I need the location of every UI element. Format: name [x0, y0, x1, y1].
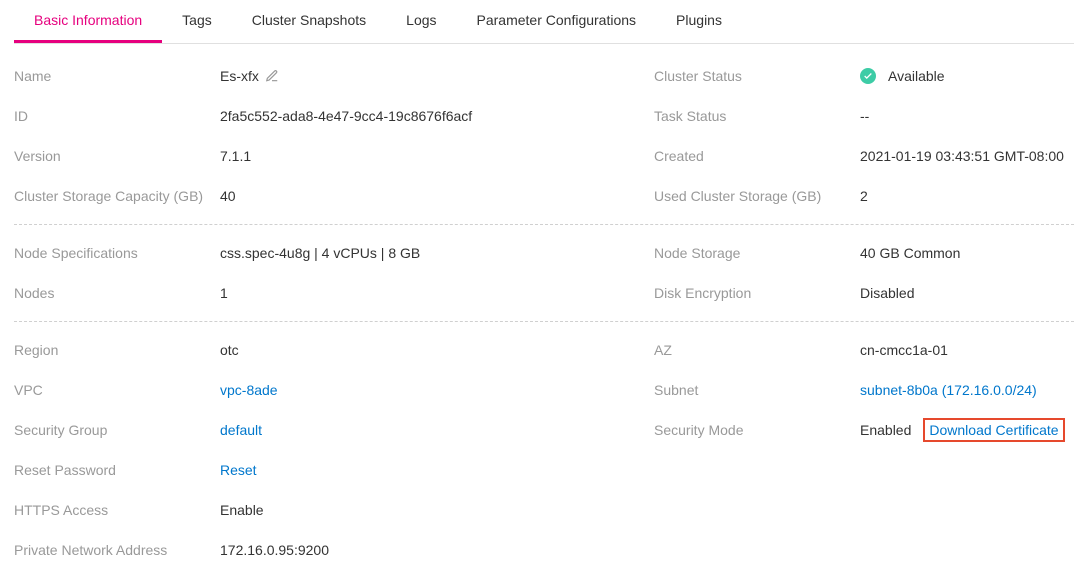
private-network-value: 172.16.0.95:9200	[220, 542, 640, 558]
region-label: Region	[14, 342, 220, 358]
tab-logs[interactable]: Logs	[386, 0, 456, 43]
private-network-label: Private Network Address	[14, 542, 220, 558]
security-mode-value: Enabled	[860, 422, 911, 438]
reset-password-link[interactable]: Reset	[220, 462, 640, 478]
version-label: Version	[14, 148, 220, 164]
az-label: AZ	[654, 342, 860, 358]
cluster-status-value: Available	[888, 68, 945, 84]
security-group-label: Security Group	[14, 422, 220, 438]
id-label: ID	[14, 108, 220, 124]
section-divider	[14, 321, 1074, 322]
disk-encryption-value: Disabled	[860, 285, 914, 301]
task-status-label: Task Status	[654, 108, 860, 124]
status-available-icon	[860, 68, 876, 84]
az-value: cn-cmcc1a-01	[860, 342, 948, 358]
node-storage-label: Node Storage	[654, 245, 860, 261]
nodes-value: 1	[220, 285, 640, 301]
id-value: 2fa5c552-ada8-4e47-9cc4-19c8676f6acf	[220, 108, 640, 124]
region-value: otc	[220, 342, 640, 358]
used-storage-value: 2	[860, 188, 868, 204]
subnet-link[interactable]: subnet-8b0a (172.16.0.0/24)	[860, 382, 1037, 398]
edit-name-icon[interactable]	[265, 69, 279, 83]
disk-encryption-label: Disk Encryption	[654, 285, 860, 301]
https-access-label: HTTPS Access	[14, 502, 220, 518]
section-divider	[14, 224, 1074, 225]
storage-capacity-value: 40	[220, 188, 640, 204]
vpc-label: VPC	[14, 382, 220, 398]
cluster-status-label: Cluster Status	[654, 68, 860, 84]
node-storage-value: 40 GB Common	[860, 245, 960, 261]
tab-parameter-configurations[interactable]: Parameter Configurations	[457, 0, 657, 43]
tab-tags[interactable]: Tags	[162, 0, 232, 43]
vpc-link[interactable]: vpc-8ade	[220, 382, 640, 398]
reset-password-label: Reset Password	[14, 462, 220, 478]
node-spec-value: css.spec-4u8g | 4 vCPUs | 8 GB	[220, 245, 640, 261]
basic-info-panel: Name Es-xfx Cluster Status Available ID …	[14, 44, 1074, 570]
download-certificate-link[interactable]: Download Certificate	[929, 422, 1058, 438]
name-label: Name	[14, 68, 220, 84]
used-storage-label: Used Cluster Storage (GB)	[654, 188, 860, 204]
name-value: Es-xfx	[220, 68, 259, 84]
security-group-link[interactable]: default	[220, 422, 640, 438]
tab-plugins[interactable]: Plugins	[656, 0, 742, 43]
tabs: Basic Information Tags Cluster Snapshots…	[14, 0, 1074, 44]
subnet-label: Subnet	[654, 382, 860, 398]
tab-cluster-snapshots[interactable]: Cluster Snapshots	[232, 0, 386, 43]
created-value: 2021-01-19 03:43:51 GMT-08:00	[860, 148, 1064, 164]
download-certificate-highlight: Download Certificate	[923, 418, 1064, 442]
storage-capacity-label: Cluster Storage Capacity (GB)	[14, 188, 220, 204]
created-label: Created	[654, 148, 860, 164]
https-access-value: Enable	[220, 502, 640, 518]
node-spec-label: Node Specifications	[14, 245, 220, 261]
version-value: 7.1.1	[220, 148, 640, 164]
nodes-label: Nodes	[14, 285, 220, 301]
security-mode-label: Security Mode	[654, 422, 860, 438]
task-status-value: --	[860, 108, 869, 124]
tab-basic-information[interactable]: Basic Information	[14, 0, 162, 43]
